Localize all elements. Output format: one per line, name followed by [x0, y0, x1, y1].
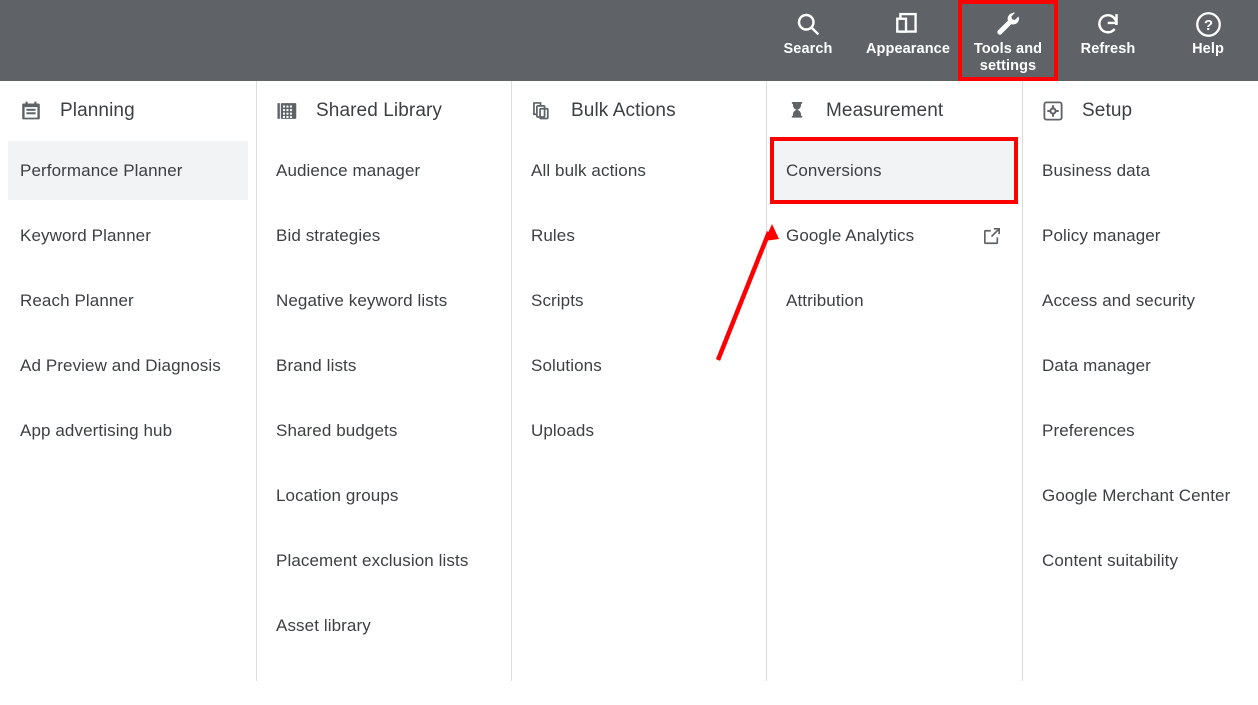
menu-item-label: Scripts [531, 290, 584, 310]
appearance-icon [894, 7, 922, 41]
menu-item-access-and-security[interactable]: Access and security [1030, 271, 1250, 330]
menu-item-brand-lists[interactable]: Brand lists [264, 336, 503, 395]
menu-column-shared-library: Shared Library Audience manager Bid stra… [256, 81, 511, 705]
column-header-shared-library-label: Shared Library [316, 100, 443, 121]
menu-item-google-analytics[interactable]: Google Analytics [774, 206, 1014, 265]
column-header-measurement: Measurement [766, 81, 1022, 141]
toolbar-actions: Search Appearance Tools and settings Ref… [758, 0, 1258, 81]
menu-item-attribution[interactable]: Attribution [774, 271, 1014, 330]
menu-item-conversions[interactable]: Conversions [770, 137, 1018, 204]
menu-item-label: Ad Preview and Diagnosis [20, 355, 221, 375]
menu-item-policy-manager[interactable]: Policy manager [1030, 206, 1250, 265]
gear-box-icon [1040, 98, 1066, 124]
menu-item-location-groups[interactable]: Location groups [264, 466, 503, 525]
menu-item-shared-budgets[interactable]: Shared budgets [264, 401, 503, 460]
calendar-icon [18, 98, 44, 124]
hourglass-icon [784, 98, 810, 124]
column-header-bulk-actions: Bulk Actions [511, 81, 766, 141]
menu-item-rules[interactable]: Rules [519, 206, 758, 265]
menu-item-google-merchant-center[interactable]: Google Merchant Center [1030, 466, 1250, 525]
library-grid-icon [274, 98, 300, 124]
menu-item-label: Shared budgets [276, 420, 398, 440]
menu-item-label: Business data [1042, 160, 1151, 180]
svg-text:?: ? [1203, 17, 1212, 34]
menu-item-label: Solutions [531, 355, 602, 375]
menu-item-bid-strategies[interactable]: Bid strategies [264, 206, 503, 265]
copy-stack-icon [529, 98, 555, 124]
menu-item-all-bulk-actions[interactable]: All bulk actions [519, 141, 758, 200]
menu-item-app-advertising-hub[interactable]: App advertising hub [8, 401, 248, 460]
menu-item-scripts[interactable]: Scripts [519, 271, 758, 330]
menu-item-label: Asset library [276, 615, 371, 635]
column-header-planning-label: Planning [60, 100, 135, 121]
top-toolbar: Search Appearance Tools and settings Ref… [0, 0, 1258, 81]
menu-item-reach-planner[interactable]: Reach Planner [8, 271, 248, 330]
menu-item-asset-library[interactable]: Asset library [264, 596, 503, 655]
menu-item-label: Keyword Planner [20, 225, 151, 245]
menu-item-label: Performance Planner [20, 160, 183, 180]
menu-item-label: Placement exclusion lists [276, 550, 469, 570]
menu-item-label: Preferences [1042, 420, 1135, 440]
menu-column-setup: Setup Business data Policy manager Acces… [1022, 81, 1258, 705]
menu-item-performance-planner[interactable]: Performance Planner [8, 141, 248, 200]
menu-item-negative-keyword-lists[interactable]: Negative keyword lists [264, 271, 503, 330]
menu-item-label: Brand lists [276, 355, 357, 375]
column-header-bulk-actions-label: Bulk Actions [571, 100, 676, 121]
wrench-icon [994, 7, 1022, 41]
toolbar-button-search-label: Search [783, 41, 833, 57]
column-header-setup: Setup [1022, 81, 1258, 141]
menu-item-label: Conversions [786, 160, 882, 180]
column-header-shared-library: Shared Library [256, 81, 511, 141]
toolbar-button-refresh[interactable]: Refresh [1058, 0, 1158, 81]
toolbar-button-appearance[interactable]: Appearance [858, 0, 958, 81]
menu-item-audience-manager[interactable]: Audience manager [264, 141, 503, 200]
help-icon: ? [1194, 7, 1223, 41]
toolbar-button-appearance-label: Appearance [865, 41, 950, 57]
external-link-icon [982, 226, 1002, 246]
toolbar-button-tools-and-settings[interactable]: Tools and settings [958, 0, 1058, 81]
column-header-setup-label: Setup [1082, 100, 1133, 121]
column-header-measurement-label: Measurement [826, 100, 944, 121]
menu-item-label: Google Analytics [786, 225, 915, 245]
menu-item-data-manager[interactable]: Data manager [1030, 336, 1250, 395]
menu-column-measurement: Measurement Conversions Google Analytics… [766, 81, 1022, 705]
toolbar-button-help-label: Help [1192, 41, 1224, 57]
menu-item-label: Attribution [786, 290, 864, 310]
menu-item-keyword-planner[interactable]: Keyword Planner [8, 206, 248, 265]
menu-item-business-data[interactable]: Business data [1030, 141, 1250, 200]
menu-item-label: Policy manager [1042, 225, 1161, 245]
menu-item-label: Rules [531, 225, 575, 245]
menu-item-label: All bulk actions [531, 160, 646, 180]
menu-item-label: App advertising hub [20, 420, 173, 440]
menu-item-ad-preview-and-diagnosis[interactable]: Ad Preview and Diagnosis [8, 336, 248, 395]
tools-and-settings-menu-panel: Planning Performance Planner Keyword Pla… [0, 81, 1258, 705]
menu-item-label: Audience manager [276, 160, 421, 180]
menu-item-content-suitability[interactable]: Content suitability [1030, 531, 1250, 590]
menu-item-placement-exclusion-lists[interactable]: Placement exclusion lists [264, 531, 503, 590]
search-icon [794, 7, 822, 41]
toolbar-button-help[interactable]: ? Help [1158, 0, 1258, 81]
menu-item-uploads[interactable]: Uploads [519, 401, 758, 460]
menu-item-label: Data manager [1042, 355, 1151, 375]
column-header-planning: Planning [0, 81, 256, 141]
menu-item-label: Access and security [1042, 290, 1196, 310]
menu-item-label: Uploads [531, 420, 595, 440]
menu-item-label: Content suitability [1042, 550, 1179, 570]
menu-item-label: Location groups [276, 485, 399, 505]
menu-item-label: Bid strategies [276, 225, 381, 245]
refresh-icon [1094, 7, 1122, 41]
toolbar-button-search[interactable]: Search [758, 0, 858, 81]
toolbar-button-refresh-label: Refresh [1080, 41, 1136, 57]
menu-column-bulk-actions: Bulk Actions All bulk actions Rules Scri… [511, 81, 766, 705]
menu-item-preferences[interactable]: Preferences [1030, 401, 1250, 460]
menu-item-label: Reach Planner [20, 290, 134, 310]
menu-item-solutions[interactable]: Solutions [519, 336, 758, 395]
menu-column-planning: Planning Performance Planner Keyword Pla… [0, 81, 256, 705]
menu-item-label: Google Merchant Center [1042, 485, 1231, 505]
menu-item-label: Negative keyword lists [276, 290, 448, 310]
toolbar-button-tools-and-settings-label: Tools and settings [973, 41, 1043, 74]
